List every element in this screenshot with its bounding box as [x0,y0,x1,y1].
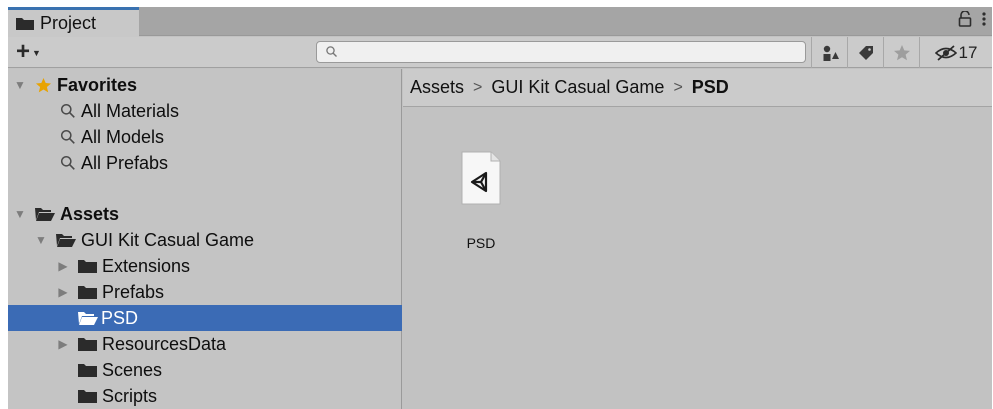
tree-item-prefabs[interactable]: ▶ Prefabs [8,279,402,305]
tag-icon [858,45,873,60]
shapes-icon [823,45,839,61]
asset-item-psd[interactable]: PSD [448,151,514,251]
asset-label: PSD [466,235,496,251]
folder-open-icon [78,311,98,325]
favorites-header[interactable]: ▼ Favorites [8,72,402,98]
tab-bar: Project [8,7,992,37]
chevron-down-icon: ▼ [32,48,41,58]
project-window: Project + ▼ 17 ▼ Favorites All Materials… [8,7,992,409]
search-input[interactable] [316,41,806,63]
tree-item-resourcesdata[interactable]: ▶ ResourcesData [8,331,402,357]
tree-item-psd[interactable]: PSD [8,305,402,331]
expand-arrow-icon[interactable]: ▼ [13,78,27,92]
tree-item-extensions[interactable]: ▶ Extensions [8,253,402,279]
collapse-arrow-icon[interactable]: ▶ [56,337,70,351]
folder-icon [78,389,97,403]
chevron-right-icon: > [673,78,683,96]
search-icon [60,155,76,171]
assets-header[interactable]: ▼ Assets [8,201,402,227]
assets-label: Assets [60,203,120,224]
tree-item-label: Extensions [102,255,191,276]
kebab-menu-icon[interactable] [982,11,986,32]
tree-item-label: Scripts [102,385,158,406]
lock-icon[interactable] [958,10,972,32]
hidden-count: 17 [958,42,978,62]
folder-icon [16,17,34,30]
folder-tree: ▼ Favorites All Materials All Models All… [8,69,402,409]
folder-icon [78,259,97,273]
star-icon [893,44,910,60]
folder-open-icon [56,233,76,247]
favorite-item-all-models[interactable]: All Models [8,124,402,150]
toggle-hidden-packages-button[interactable]: 17 [919,37,992,68]
search-by-type-button[interactable] [811,37,847,68]
unity-scene-file-icon [461,151,501,205]
tree-item-label: PSD [101,307,139,328]
tree-item-scenes[interactable]: Scenes [8,357,402,383]
favorite-item-label: All Materials [81,100,180,121]
tree-item-gui-kit-casual-game[interactable]: ▼ GUI Kit Casual Game [8,227,402,253]
eye-hidden-icon [934,44,957,61]
folder-icon [78,285,97,299]
collapse-arrow-icon[interactable]: ▶ [56,259,70,273]
tree-item-scripts[interactable]: Scripts [8,383,402,409]
create-button[interactable]: + ▼ [16,40,41,64]
tab-project[interactable]: Project [8,7,139,37]
collapse-arrow-icon[interactable]: ▶ [56,285,70,299]
tab-title: Project [40,13,97,33]
breadcrumb-item-gui-kit-casual-game[interactable]: GUI Kit Casual Game [491,77,664,98]
tree-item-label: Prefabs [102,281,165,302]
save-search-button[interactable] [883,37,919,68]
expand-arrow-icon[interactable]: ▼ [34,233,48,247]
tree-item-label: ResourcesData [102,333,227,354]
asset-content-panel: Assets > GUI Kit Casual Game > PSD PSD [403,69,992,409]
favorite-item-all-prefabs[interactable]: All Prefabs [8,150,402,176]
search-icon [60,129,76,145]
folder-icon [78,363,97,377]
favorite-item-all-materials[interactable]: All Materials [8,98,402,124]
plus-icon: + [16,38,31,65]
toolbar: + ▼ 17 [8,37,992,68]
favorite-item-label: All Models [81,126,165,147]
folder-icon [78,337,97,351]
tree-item-label: Scenes [102,359,163,380]
breadcrumb-item-psd[interactable]: PSD [692,77,729,98]
favorite-item-label: All Prefabs [81,152,169,173]
favorites-label: Favorites [57,74,138,95]
chevron-right-icon: > [473,78,483,96]
folder-open-icon [35,207,55,221]
breadcrumb: Assets > GUI Kit Casual Game > PSD [403,69,992,107]
expand-arrow-icon[interactable]: ▼ [13,207,27,221]
breadcrumb-item-assets[interactable]: Assets [410,77,464,98]
star-icon [35,77,52,94]
search-icon [60,103,76,119]
search-by-label-button[interactable] [847,37,883,68]
tree-item-label: GUI Kit Casual Game [81,229,255,250]
